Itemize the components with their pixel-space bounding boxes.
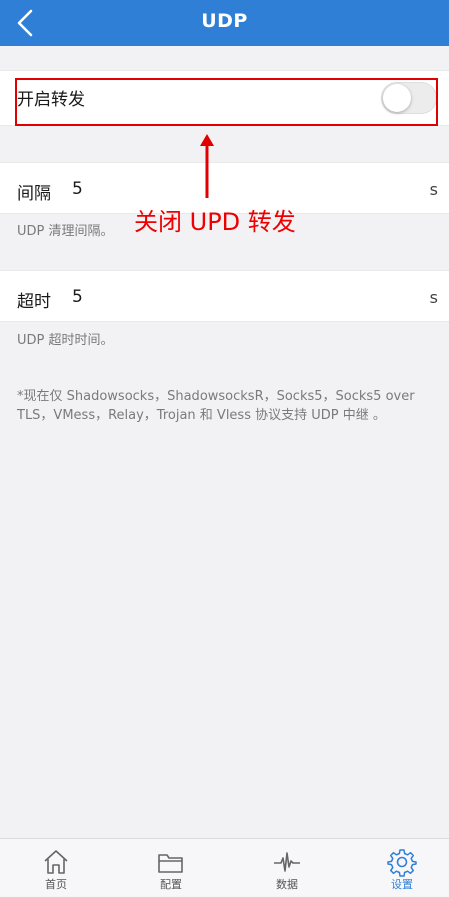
nav-bar: UDP [0,0,449,46]
pulse-icon [274,852,300,872]
tab-settings[interactable]: 设置 [346,839,449,897]
forward-label: 开启转发 [17,90,85,110]
tab-config-label: 配置 [160,878,182,891]
folder-icon [158,854,183,873]
tab-home-label: 首页 [45,878,67,891]
page-title: UDP [201,10,248,32]
protocol-note: *现在仅 Shadowsocks，ShadowsocksR，Socks5，Soc… [17,389,415,423]
forward-toggle[interactable] [381,82,437,114]
gear-icon [387,849,417,877]
annotation-arrow-icon [200,134,214,198]
tab-data-label: 数据 [276,878,298,891]
interval-hint: UDP 清理间隔。 [17,224,114,239]
timeout-hint: UDP 超时时间。 [17,333,114,348]
timeout-unit: s [429,288,438,307]
toggle-knob [383,84,411,112]
interval-unit: s [429,180,438,199]
annotation-text: 关闭 UPD 转发 [134,208,296,236]
tab-data[interactable]: 数据 [231,839,343,897]
timeout-label: 超时 [17,292,51,312]
tab-bar: 首页 配置 数据 设置 [0,838,449,897]
timeout-value[interactable]: 5 [72,287,83,307]
tab-home[interactable]: 首页 [0,839,112,897]
tab-settings-label: 设置 [391,878,413,891]
interval-value[interactable]: 5 [72,179,83,199]
forward-row[interactable]: 开启转发 [0,70,449,126]
interval-label: 间隔 [17,184,51,204]
home-icon [44,850,68,874]
tab-config[interactable]: 配置 [115,839,227,897]
timeout-row[interactable]: 超时 5 s [0,270,449,322]
